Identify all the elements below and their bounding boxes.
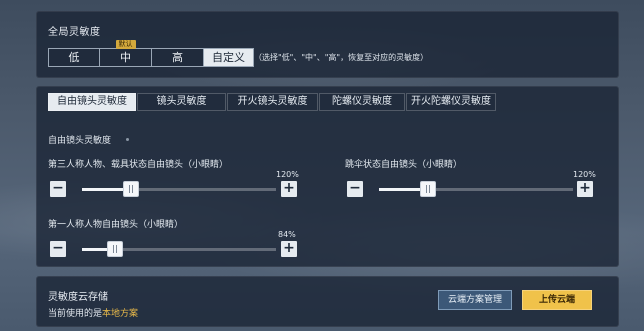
slider-third-person-increase-button[interactable]: + xyxy=(281,181,297,197)
slider-parachute-value: 120% xyxy=(573,170,596,179)
plus-icon: + xyxy=(283,240,295,256)
slider-third-person-label: 第三人称人物、载具状态自由镜头（小眼睛） xyxy=(48,160,229,170)
slider-parachute-decrease-button[interactable]: − xyxy=(347,181,363,197)
section-title: 自由镜头灵敏度 xyxy=(48,136,112,146)
option-high[interactable]: 高 xyxy=(152,48,204,67)
slider-first-person-decrease-button[interactable]: − xyxy=(50,241,66,257)
tab-camera[interactable]: 镜头灵敏度 xyxy=(137,93,226,111)
slider-third-person-value: 120% xyxy=(276,170,299,179)
option-custom[interactable]: 自定义 xyxy=(204,48,254,67)
tab-gyroscope[interactable]: 陀螺仪灵敏度 xyxy=(319,93,405,111)
sensitivity-tabs: 自由镜头灵敏度 镜头灵敏度 开火镜头灵敏度 陀螺仪灵敏度 开火陀螺仪灵敏度 xyxy=(48,93,497,111)
tab-gyroscope-label: 陀螺仪灵敏度 xyxy=(332,96,392,107)
slider-first-person-thumb[interactable] xyxy=(107,241,123,257)
option-low[interactable]: 低 xyxy=(48,48,100,67)
sensitivity-detail-panel xyxy=(36,86,619,267)
plus-icon: + xyxy=(283,180,295,196)
upload-cloud-label: 上传云端 xyxy=(538,295,575,305)
tab-free-camera[interactable]: 自由镜头灵敏度 xyxy=(48,93,136,111)
slider-parachute-thumb[interactable] xyxy=(420,181,436,197)
minus-icon: − xyxy=(52,180,64,196)
section-title-dot xyxy=(126,138,129,141)
slider-first-person-track[interactable] xyxy=(82,241,276,257)
global-sensitivity-hint: （选择"低"、"中"、"高"，恢复至对应的灵敏度） xyxy=(254,53,429,62)
cloud-manage-button[interactable]: 云端方案管理 xyxy=(438,290,512,310)
option-medium-label: 中 xyxy=(120,51,131,64)
cloud-manage-label: 云端方案管理 xyxy=(447,295,502,305)
slider-parachute-increase-button[interactable]: + xyxy=(577,181,593,197)
minus-icon: − xyxy=(52,240,64,256)
cloud-current-value: 本地方案 xyxy=(102,309,139,319)
global-sensitivity-selector: 低 默认 中 高 自定义 xyxy=(48,40,254,67)
option-low-label: 低 xyxy=(68,51,80,64)
cloud-current-prefix: 当前使用的是 xyxy=(48,309,103,319)
plus-icon: + xyxy=(579,180,591,196)
tab-camera-label: 镜头灵敏度 xyxy=(156,96,207,107)
slider-first-person-label: 第一人称人物自由镜头（小眼睛） xyxy=(48,220,184,230)
minus-icon: − xyxy=(349,180,361,196)
slider-parachute-label: 跳伞状态自由镜头（小眼睛） xyxy=(345,160,463,170)
cloud-storage-title: 灵敏度云存储 xyxy=(48,292,108,303)
slider-first-person-value: 84% xyxy=(278,230,296,239)
option-medium[interactable]: 默认 中 xyxy=(100,40,152,67)
tab-fire-gyroscope-label: 开火陀螺仪灵敏度 xyxy=(411,96,491,107)
upload-cloud-button[interactable]: 上传云端 xyxy=(522,290,592,310)
option-custom-label: 自定义 xyxy=(212,51,245,64)
slider-parachute-track[interactable] xyxy=(379,181,573,197)
option-high-label: 高 xyxy=(172,51,183,64)
global-sensitivity-title: 全局灵敏度 xyxy=(48,27,101,38)
tab-free-camera-label: 自由镜头灵敏度 xyxy=(57,96,127,107)
slider-third-person-decrease-button[interactable]: − xyxy=(50,181,66,197)
slider-third-person-track[interactable] xyxy=(82,181,276,197)
slider-third-person-thumb[interactable] xyxy=(123,181,139,197)
tab-fire-camera-label: 开火镜头灵敏度 xyxy=(237,96,308,107)
tab-fire-gyroscope[interactable]: 开火陀螺仪灵敏度 xyxy=(406,93,496,111)
cloud-current-scheme: 当前使用的是本地方案 xyxy=(48,306,138,319)
slider-first-person-increase-button[interactable]: + xyxy=(281,241,297,257)
tab-fire-camera[interactable]: 开火镜头灵敏度 xyxy=(227,93,318,111)
default-badge: 默认 xyxy=(115,40,136,49)
